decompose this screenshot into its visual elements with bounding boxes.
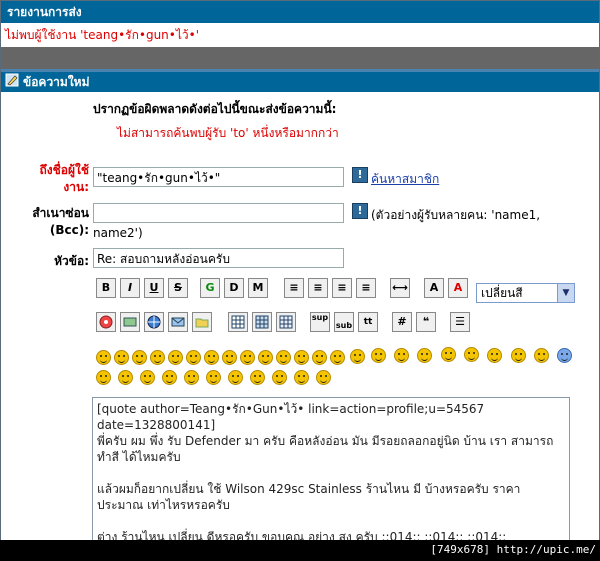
email-icon (171, 317, 185, 327)
smiley-icon[interactable] (118, 370, 133, 385)
smiley-icon[interactable] (258, 350, 273, 365)
image-host-footer: [749x678] http://upic.me/ (0, 540, 600, 561)
smiley-icon[interactable] (464, 347, 479, 362)
find-member-link[interactable]: ค้นหาสมาชิก (371, 170, 439, 189)
italic-button[interactable]: I (120, 278, 140, 298)
bcc-input[interactable] (93, 203, 344, 223)
image-button[interactable] (120, 312, 140, 332)
code-button[interactable]: # (392, 312, 412, 332)
smiley-icon[interactable] (534, 348, 549, 363)
color-select[interactable]: เปลี่ยนสี ▼ (476, 283, 575, 303)
report-header-title: รายงานการส่ง (7, 5, 82, 19)
error-message: ไม่สามารถค้นพบผู้รับ 'to' หนึ่งหรือมากกว… (117, 126, 339, 140)
url-button[interactable] (144, 312, 164, 332)
smiley-icon[interactable] (228, 370, 243, 385)
image-icon (123, 317, 137, 327)
error-heading: ปรากฏข้อผิดพลาดดังต่อไปนี้ขณะส่งข้อความน… (93, 102, 337, 116)
smiley-icon[interactable] (140, 370, 155, 385)
table-column-button[interactable] (276, 312, 296, 332)
bcc-hint-line1: (ตัวอย่างผู้รับหลายคน: 'name1, (371, 208, 541, 222)
smiley-icon[interactable] (204, 350, 219, 365)
smiley-icon[interactable] (184, 370, 199, 385)
table-row-icon (255, 315, 269, 329)
smiley-icon[interactable] (511, 348, 526, 363)
font-face-button[interactable]: A (448, 278, 468, 298)
smiley-icon[interactable] (312, 350, 327, 365)
list-button[interactable]: ☰ (450, 312, 470, 332)
bcc-label: สำเนาซ่อน (Bcc): (32, 206, 89, 237)
new-message-header-bar: ข้อความใหม่ (1, 69, 599, 92)
table-row-button[interactable] (252, 312, 272, 332)
chevron-down-icon: ▼ (557, 284, 574, 302)
subject-input[interactable]: Re: สอบถามหลังอ่อนครับ (93, 248, 344, 268)
smiley-icon[interactable] (150, 350, 165, 365)
smiley-icon[interactable] (96, 350, 111, 365)
teletype-button[interactable]: tt (358, 312, 378, 332)
smiley-icon[interactable] (417, 348, 432, 363)
smiley-icon[interactable] (206, 370, 221, 385)
to-label: ถึงชื่อผู้ใช้ งาน: (39, 163, 89, 194)
smiley-icon[interactable] (557, 348, 572, 363)
smiley-icon[interactable] (168, 350, 183, 365)
shadow-button[interactable]: D (224, 278, 244, 298)
horizontal-rule-button[interactable]: ⟷ (390, 278, 410, 298)
align-left-button[interactable]: ≡ (308, 278, 328, 298)
post-report-window: รายงานการส่ง ไม่พบผู้ใช้งาน 'teang•รัก•g… (0, 0, 600, 541)
underline-button[interactable]: U (144, 278, 164, 298)
marquee-button[interactable]: M (248, 278, 268, 298)
smiley-icon[interactable] (276, 350, 291, 365)
quote-button[interactable]: ❝ (416, 312, 436, 332)
smiley-icon[interactable] (487, 348, 502, 363)
flash-icon (99, 315, 113, 329)
smiley-icon[interactable] (162, 370, 177, 385)
bold-button[interactable]: B (96, 278, 116, 298)
compose-form: ปรากฏข้อผิดพลาดดังต่อไปนี้ขณะส่งข้อความน… (1, 92, 599, 540)
align-right-button[interactable]: ≡ (356, 278, 376, 298)
smiley-icon[interactable] (272, 370, 287, 385)
compose-icon (5, 73, 19, 87)
smiley-icon[interactable] (250, 370, 265, 385)
to-input[interactable]: "teang•รัก•gun•ไว้•" (93, 167, 344, 187)
smiley-icon[interactable] (114, 350, 129, 365)
align-center-button[interactable]: ≡ (332, 278, 352, 298)
smiley-icon[interactable] (132, 350, 147, 365)
table-column-icon (279, 315, 293, 329)
smiley-icon[interactable] (96, 370, 111, 385)
font-size-button[interactable]: A (424, 278, 444, 298)
smiley-icon[interactable] (330, 350, 345, 365)
separator-bar (1, 47, 599, 69)
report-error-text: ไม่พบผู้ใช้งาน 'teang•รัก•gun•ไว้•' (1, 23, 599, 47)
superscript-button[interactable]: sup (310, 312, 330, 332)
message-textarea[interactable]: [quote author=Teang•รัก•Gun•ไว้• link=ac… (92, 397, 570, 540)
table-button[interactable] (228, 312, 248, 332)
smiley-icon[interactable] (316, 370, 331, 385)
bcc-help-icon[interactable]: ! (352, 203, 368, 219)
flash-button[interactable] (96, 312, 116, 332)
to-help-icon[interactable]: ! (352, 167, 368, 183)
strike-button[interactable]: S (168, 278, 188, 298)
email-button[interactable] (168, 312, 188, 332)
report-header-bar: รายงานการส่ง (1, 1, 599, 23)
bcc-hint-line2: name2') (93, 226, 143, 240)
preformat-button[interactable]: ≡ (284, 278, 304, 298)
table-icon (231, 315, 245, 329)
smiley-icon[interactable] (394, 348, 409, 363)
smiley-icon[interactable] (371, 348, 386, 363)
smiley-icon[interactable] (222, 350, 237, 365)
smiley-icon[interactable] (294, 370, 309, 385)
smiley-icon[interactable] (441, 347, 456, 362)
subject-label: หัวข้อ: (54, 254, 89, 268)
smiley-icon[interactable] (240, 350, 255, 365)
folder-icon (195, 318, 209, 328)
footer-text: [749x678] http://upic.me/ (430, 543, 596, 556)
smiley-icon[interactable] (350, 349, 365, 364)
glow-button[interactable]: G (200, 278, 220, 298)
smiley-icon[interactable] (294, 350, 309, 365)
ftp-button[interactable] (192, 312, 212, 332)
globe-icon (147, 315, 161, 329)
subscript-button[interactable]: sub (334, 312, 354, 332)
smiley-icon[interactable] (186, 350, 201, 365)
